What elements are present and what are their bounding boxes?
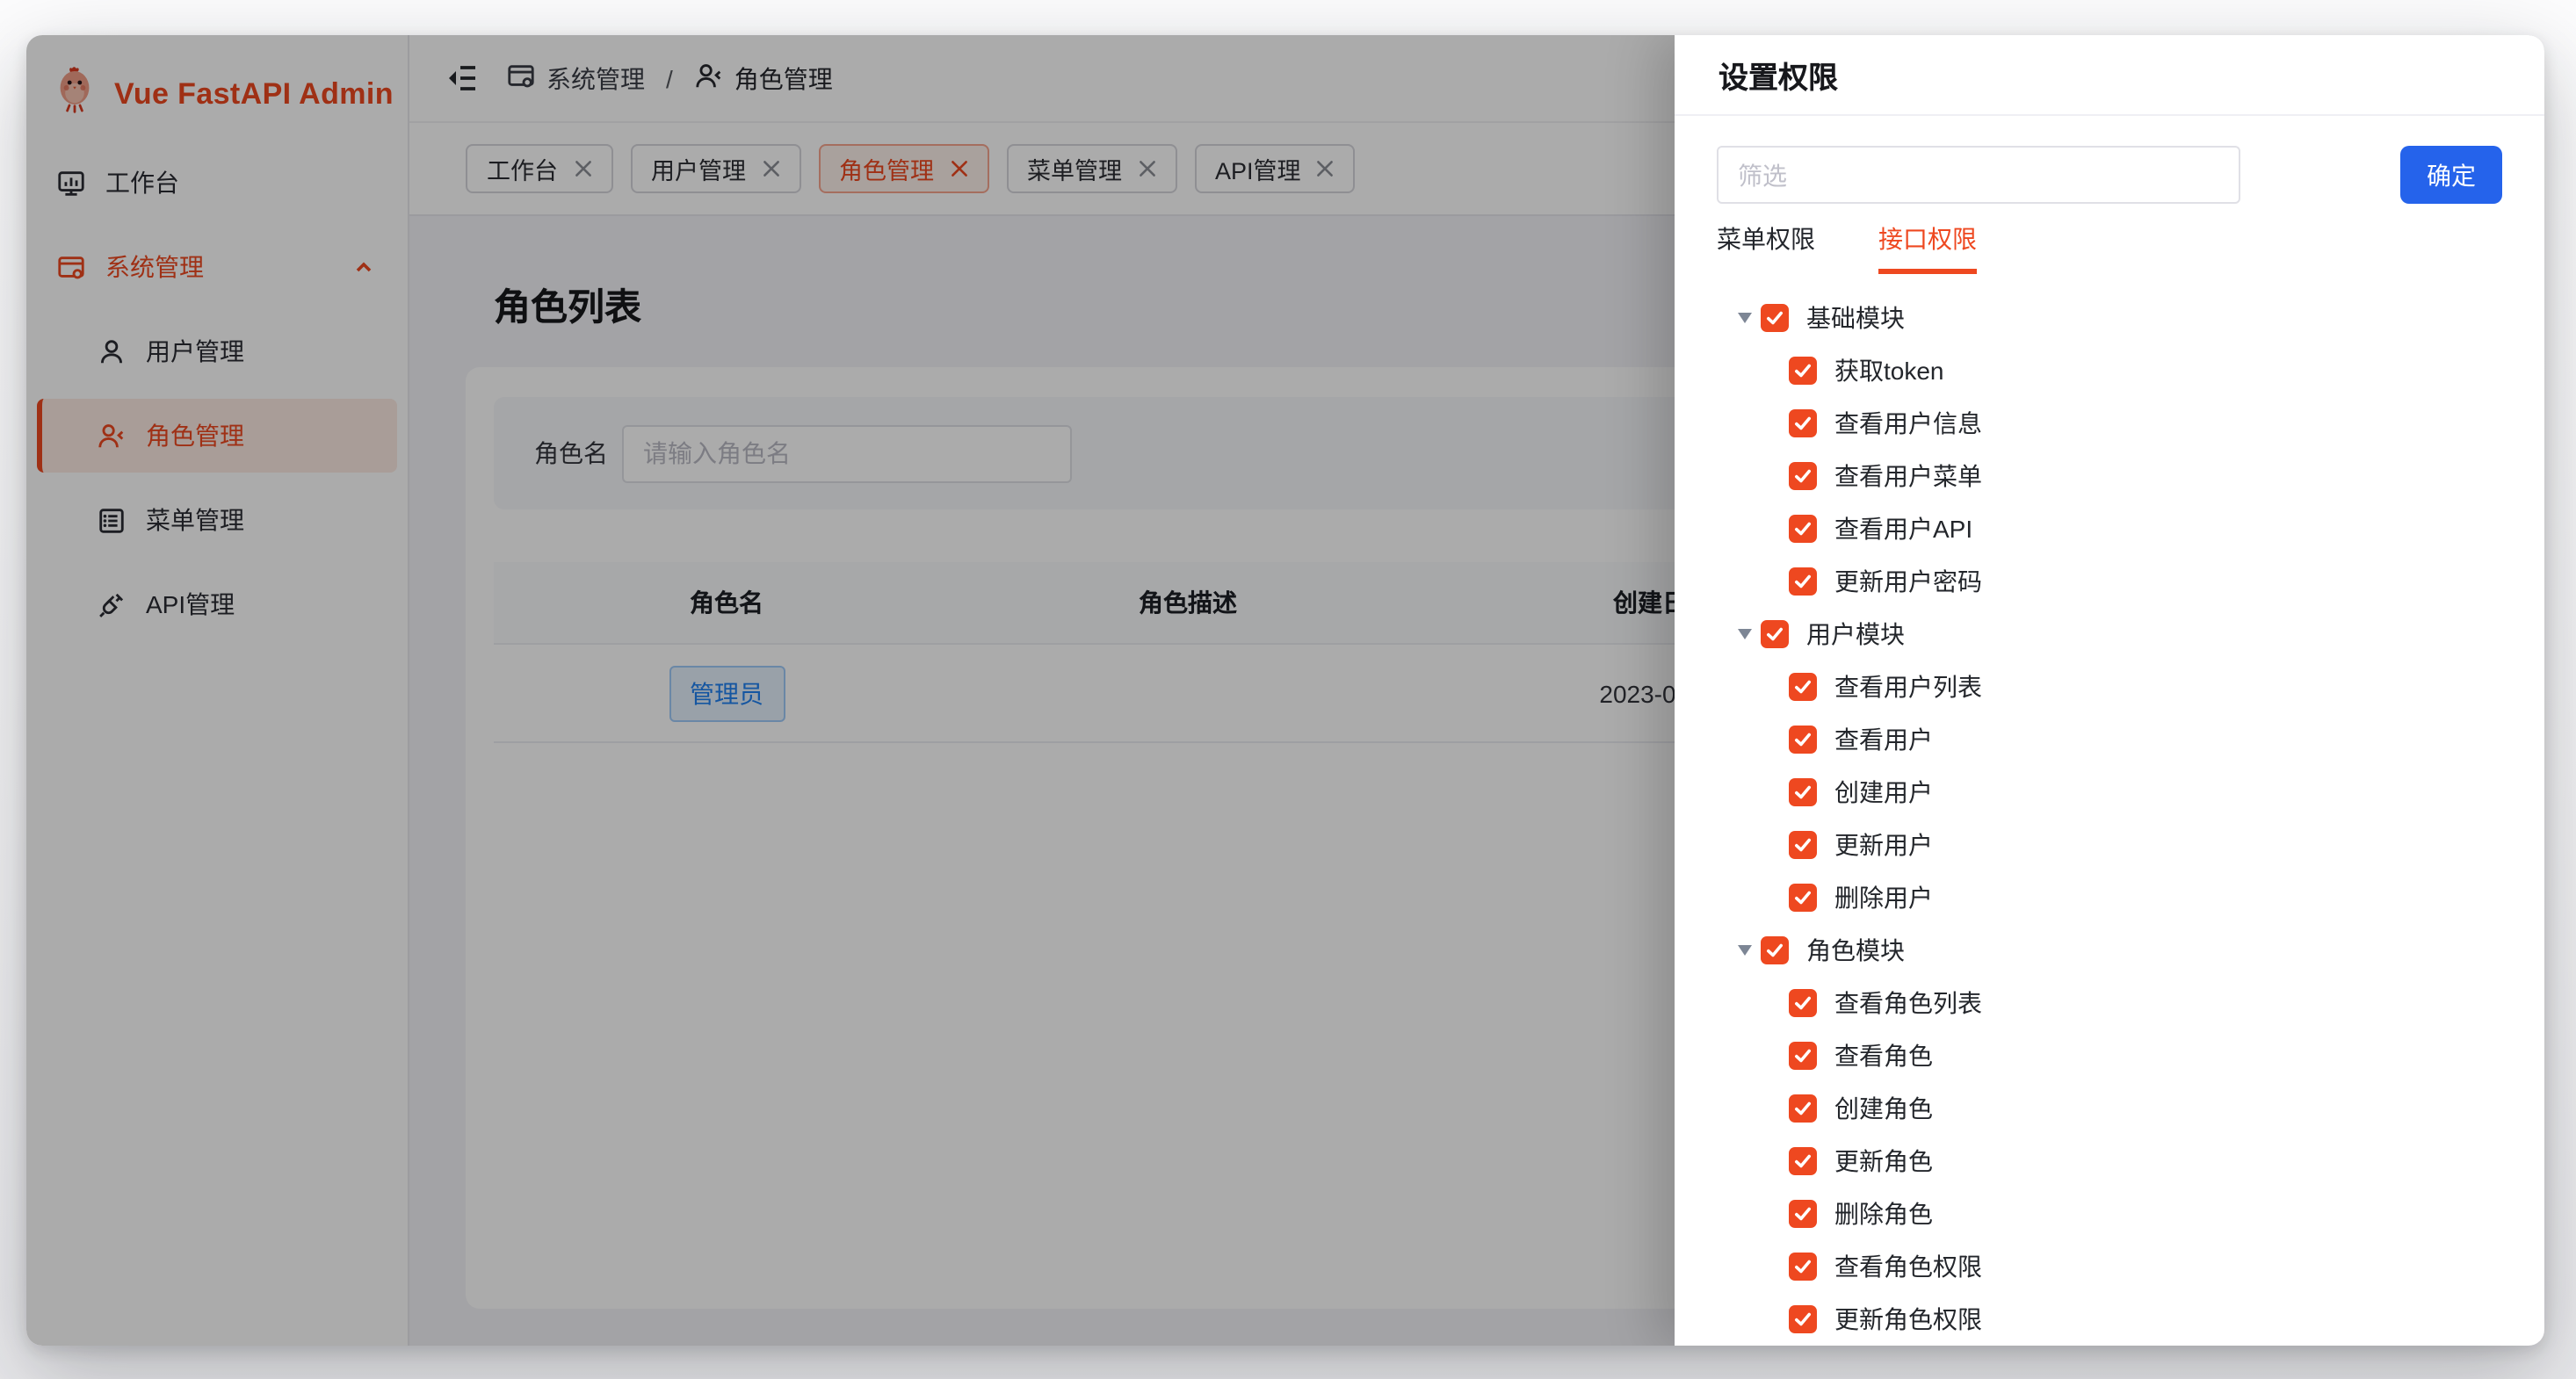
tree-node: 创建用户 bbox=[1717, 766, 2502, 819]
confirm-button[interactable]: 确定 bbox=[2400, 146, 2502, 204]
tree-node-label[interactable]: 创建角色 bbox=[1834, 1091, 1933, 1126]
tree-node-label[interactable]: 查看角色权限 bbox=[1834, 1249, 1982, 1284]
tree-node: 查看用户API bbox=[1717, 502, 2502, 555]
tree-node: 查看角色列表 bbox=[1717, 977, 2502, 1029]
checkbox-checked[interactable] bbox=[1789, 673, 1817, 701]
checkbox-checked[interactable] bbox=[1789, 1147, 1817, 1175]
tree-node-label[interactable]: 用户模块 bbox=[1806, 617, 1905, 652]
tree-node: 查看用户信息 bbox=[1717, 397, 2502, 450]
screen: Vue FastAPI Admin 工作台系统管理用户管理角色管理菜单管理API… bbox=[0, 0, 2576, 1379]
checkbox-checked[interactable] bbox=[1761, 620, 1789, 648]
checkbox-checked[interactable] bbox=[1789, 357, 1817, 385]
tree-node: 查看用户 bbox=[1717, 713, 2502, 766]
drawer-title: 设置权限 bbox=[1675, 35, 2544, 116]
tree-node-label[interactable]: 更新角色权限 bbox=[1834, 1302, 1982, 1337]
caret-down-icon[interactable] bbox=[1729, 945, 1761, 956]
tree-node-label[interactable]: 更新用户 bbox=[1834, 827, 1933, 863]
tree-node: 查看角色 bbox=[1717, 1029, 2502, 1082]
tree-node: 获取token bbox=[1717, 344, 2502, 397]
caret-down-icon[interactable] bbox=[1729, 629, 1761, 639]
tree-node: 创建角色 bbox=[1717, 1082, 2502, 1135]
drawer-body: 确定 菜单权限 接口权限 基础模块获取token 查看用户信息查看用户菜单查看用户A… bbox=[1675, 116, 2544, 1346]
tree-node-label[interactable]: 基础模块 bbox=[1806, 300, 1905, 336]
tree-node: 删除角色 bbox=[1717, 1188, 2502, 1240]
tree-node-label[interactable]: 获取token bbox=[1834, 353, 1944, 388]
tree-node: 查看角色权限 bbox=[1717, 1240, 2502, 1293]
tree-node: 基础模块 bbox=[1717, 292, 2502, 344]
checkbox-checked[interactable] bbox=[1789, 567, 1817, 596]
checkbox-checked[interactable] bbox=[1789, 989, 1817, 1017]
checkbox-checked[interactable] bbox=[1761, 304, 1789, 332]
permission-tree: 基础模块获取token 查看用户信息查看用户菜单查看用户API 更新用户密码用户模块… bbox=[1717, 292, 2502, 1346]
tree-node-label[interactable]: 更新用户密码 bbox=[1834, 564, 1982, 599]
tree-node: 更新角色权限 bbox=[1717, 1293, 2502, 1346]
tree-node-label[interactable]: 创建用户 bbox=[1834, 775, 1933, 810]
checkbox-checked[interactable] bbox=[1789, 778, 1817, 806]
checkbox-checked[interactable] bbox=[1789, 1253, 1817, 1281]
tree-node-label[interactable]: 角色模块 bbox=[1806, 933, 1905, 968]
tree-node-label[interactable]: 查看用户信息 bbox=[1834, 406, 1982, 441]
checkbox-checked[interactable] bbox=[1789, 884, 1817, 912]
tree-node: 更新用户密码 bbox=[1717, 555, 2502, 608]
tree-node-label[interactable]: 查看角色 bbox=[1834, 1038, 1933, 1073]
tree-node-label[interactable]: 删除用户 bbox=[1834, 880, 1933, 915]
caret-down-icon[interactable] bbox=[1729, 313, 1761, 323]
filter-input[interactable] bbox=[1717, 146, 2240, 204]
checkbox-checked[interactable] bbox=[1789, 515, 1817, 543]
checkbox-checked[interactable] bbox=[1789, 1094, 1817, 1123]
permissions-drawer: 设置权限 确定 菜单权限接口权限 基础模块获取token查看用户信息查看用户菜单… bbox=[1675, 35, 2544, 1346]
permission-tab-1[interactable]: 接口权限 bbox=[1878, 221, 1977, 274]
checkbox-checked[interactable] bbox=[1789, 1305, 1817, 1333]
tree-node: 更新用户 bbox=[1717, 819, 2502, 871]
checkbox-checked[interactable] bbox=[1789, 726, 1817, 754]
checkbox-checked[interactable] bbox=[1789, 831, 1817, 859]
tree-node: 用户模块 bbox=[1717, 608, 2502, 661]
tree-node: 删除用户 bbox=[1717, 871, 2502, 924]
tree-node-label[interactable]: 查看用户 bbox=[1834, 722, 1933, 757]
filter-row: 确定 bbox=[1717, 146, 2502, 204]
tree-node-label[interactable]: 删除角色 bbox=[1834, 1196, 1933, 1231]
permission-tab-0[interactable]: 菜单权限 bbox=[1717, 221, 1815, 274]
checkbox-checked[interactable] bbox=[1789, 1200, 1817, 1228]
tree-node-label[interactable]: 更新角色 bbox=[1834, 1144, 1933, 1179]
tree-node: 查看用户菜单 bbox=[1717, 450, 2502, 502]
tree-node: 角色模块 bbox=[1717, 924, 2502, 977]
tree-node: 更新角色 bbox=[1717, 1135, 2502, 1188]
checkbox-checked[interactable] bbox=[1789, 462, 1817, 490]
tree-node: 查看用户列表 bbox=[1717, 661, 2502, 713]
tree-node-label[interactable]: 查看用户列表 bbox=[1834, 669, 1982, 704]
tree-node-label[interactable]: 查看用户API bbox=[1834, 511, 1972, 546]
checkbox-checked[interactable] bbox=[1789, 1042, 1817, 1070]
permission-tabs: 菜单权限 接口权限 bbox=[1717, 221, 2502, 274]
tree-node-label[interactable]: 查看用户菜单 bbox=[1834, 458, 1982, 494]
app-window: Vue FastAPI Admin 工作台系统管理用户管理角色管理菜单管理API… bbox=[26, 35, 2544, 1346]
tree-node-label[interactable]: 查看角色列表 bbox=[1834, 986, 1982, 1021]
checkbox-checked[interactable] bbox=[1789, 409, 1817, 437]
checkbox-checked[interactable] bbox=[1761, 936, 1789, 964]
